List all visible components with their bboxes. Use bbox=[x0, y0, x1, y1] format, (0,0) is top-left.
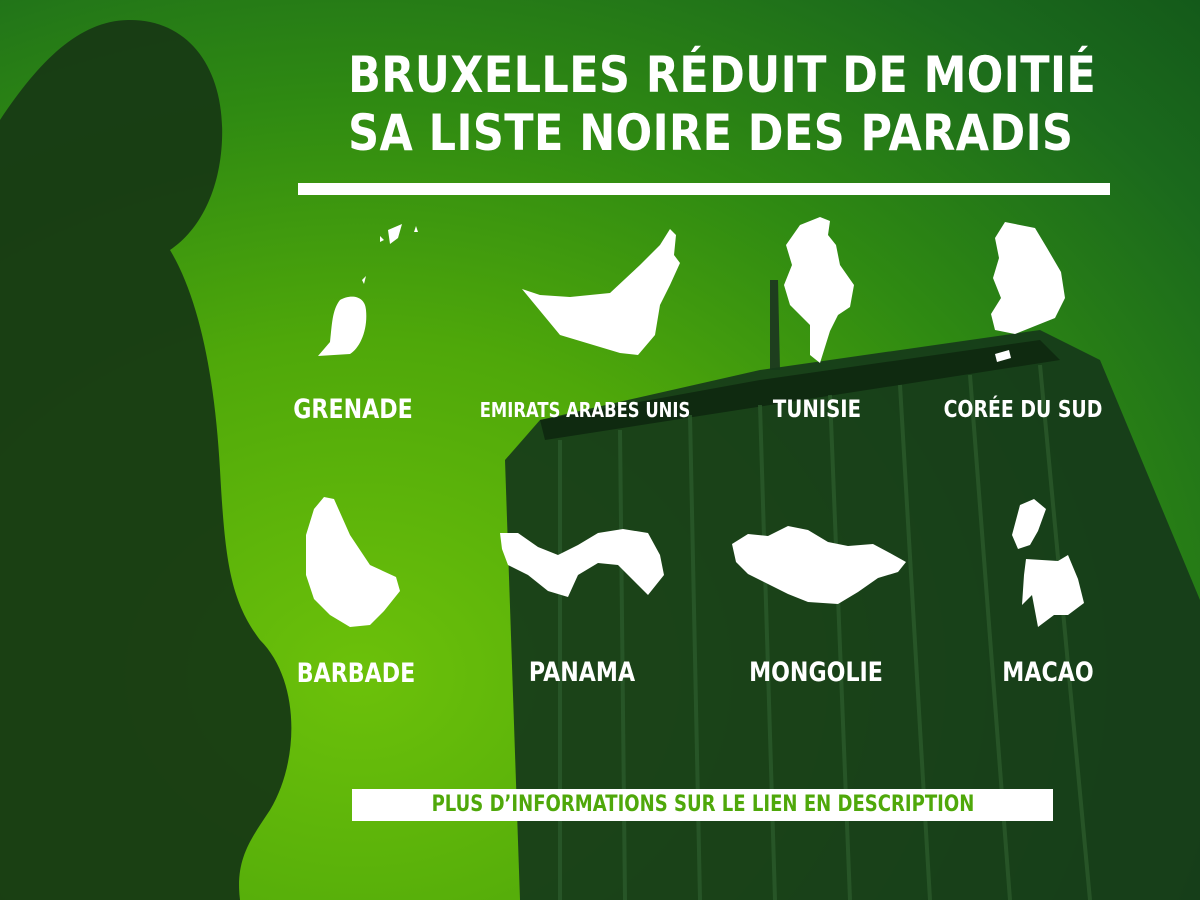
country-label-barbados: BARBADE bbox=[296, 658, 416, 689]
country-label-tunisia: TUNISIE bbox=[772, 395, 862, 423]
grenada-map-icon bbox=[318, 224, 418, 356]
title-line-1: BRUXELLES RÉDUIT DE MOITIÉ bbox=[348, 46, 1097, 104]
panama-map-icon bbox=[500, 529, 664, 597]
title-divider bbox=[298, 183, 1110, 195]
country-label-macao: MACAO bbox=[1002, 657, 1094, 688]
country-label-panama: PANAMA bbox=[528, 657, 636, 688]
south-korea-map-icon bbox=[991, 222, 1065, 362]
macao-map-icon bbox=[1012, 499, 1084, 627]
tunisia-map-icon bbox=[784, 217, 854, 363]
country-label-uae: EMIRATS ARABES UNIS bbox=[479, 398, 691, 422]
uae-map-icon bbox=[522, 229, 680, 355]
title-line-2: SA LISTE NOIRE DES PARADIS bbox=[348, 104, 1074, 162]
country-label-grenada: GRENADE bbox=[293, 394, 413, 425]
page-title: BRUXELLES RÉDUIT DE MOITIÉ SA LISTE NOIR… bbox=[348, 46, 1097, 162]
mongolia-map-icon bbox=[732, 526, 906, 604]
statue-silhouette bbox=[0, 20, 292, 900]
country-label-south-korea: CORÉE DU SUD bbox=[943, 397, 1103, 423]
description-link-banner: PLUS D’INFORMATIONS SUR LE LIEN EN DESCR… bbox=[352, 789, 1053, 821]
country-label-mongolia: MONGOLIE bbox=[749, 657, 883, 688]
cta-text: PLUS D’INFORMATIONS SUR LE LIEN EN DESCR… bbox=[431, 792, 974, 817]
barbados-map-icon bbox=[306, 497, 400, 627]
